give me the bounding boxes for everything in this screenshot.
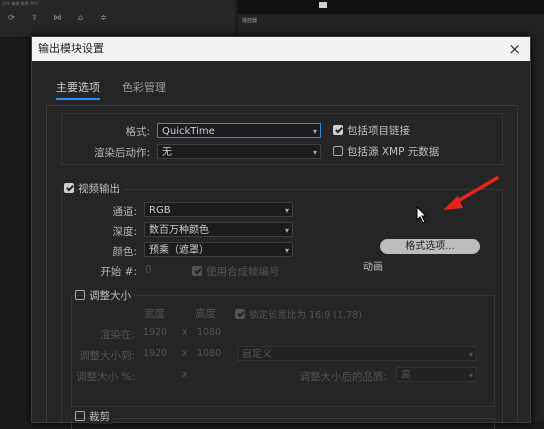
use-comp-frame-checkbox[interactable] (192, 266, 202, 276)
resize-quality-value: 高 (401, 370, 411, 381)
resize-checkbox[interactable] (75, 290, 85, 300)
crop-label: 裁剪 (89, 409, 113, 424)
start-label: 开始 #: (100, 266, 137, 278)
title-icon[interactable]: ⌂ (69, 13, 92, 22)
export-icon[interactable]: ⇪ (23, 13, 46, 22)
tab-main-options[interactable]: 主要选项 (56, 79, 100, 100)
include-xmp-label: 包括源 XMP 元数据 (347, 146, 440, 158)
window-glyph (319, 2, 327, 8)
output-module-dialog: 输出模块设置 × 主要选项 色彩管理 格式: QuickTime ▾ 包括项目链… (31, 36, 531, 429)
chevron-down-icon: ▾ (468, 371, 473, 380)
resize-preset-select[interactable]: 自定义 ▾ (237, 346, 477, 361)
app-toolbar: 文件 编辑 剪辑 序列 ⟳ ⇪ ⋈ ⌂ ≑ (0, 0, 235, 38)
dialog-header: 输出模块设置 × (32, 37, 530, 61)
color-label: 颜色: (112, 246, 137, 258)
include-project-link-label: 包括项目链接 (347, 125, 410, 137)
channel-select[interactable]: RGB ▾ (144, 202, 293, 217)
transition-icon[interactable]: ⋈ (46, 13, 69, 22)
depth-value: 数百万种颜色 (149, 225, 209, 236)
include-xmp-checkbox[interactable] (333, 146, 343, 156)
render-at-width: 1920 (143, 327, 168, 338)
channel-value: RGB (149, 205, 171, 216)
chevron-down-icon: ▾ (312, 127, 317, 136)
channel-label: 通道: (112, 206, 137, 218)
resize-to-label: 调整大小到: (78, 350, 135, 362)
post-render-label: 渲染后动作: (93, 147, 150, 159)
resize-percent-x: x (182, 369, 188, 380)
chevron-down-icon: ▾ (284, 226, 289, 235)
resize-to-width[interactable]: 1920 (143, 348, 167, 359)
color-value: 预乘（遮罩） (149, 245, 209, 256)
render-at-label: 渲染在: (99, 329, 135, 341)
close-icon[interactable]: × (508, 37, 521, 61)
settings-icon[interactable]: ≑ (92, 13, 115, 22)
chevron-down-icon: ▾ (468, 350, 473, 359)
tab-color-management[interactable]: 色彩管理 (122, 79, 166, 100)
lock-ratio-checkbox[interactable] (235, 309, 245, 319)
resize-percent-label: 调整大小 %: (76, 371, 135, 383)
lock-ratio-label: 锁定长宽比为 16:9 (1.78) (249, 310, 362, 321)
right-panel-tab[interactable]: 播放器 (242, 17, 257, 24)
depth-label: 深度: (112, 226, 137, 238)
color-select[interactable]: 预乘（遮罩） ▾ (144, 242, 293, 257)
format-options-button[interactable]: 格式选项... (380, 239, 480, 254)
dialog-title: 输出模块设置 (38, 42, 104, 55)
resize-to-height[interactable]: 1080 (197, 348, 221, 359)
format-select[interactable]: QuickTime ▾ (157, 123, 321, 138)
resize-label: 调整大小 (89, 288, 134, 303)
app-title: 文件 编辑 剪辑 序列 (2, 1, 38, 6)
width-column-header: 宽度 (144, 308, 165, 320)
tab-bar: 主要选项 色彩管理 (56, 79, 166, 100)
format-value: QuickTime (162, 126, 215, 137)
video-output-label: 视频输出 (78, 181, 123, 196)
resize-quality-label: 调整大小后的品质: (299, 371, 387, 383)
render-at-height: 1080 (197, 327, 222, 338)
resize-preset-value: 自定义 (242, 349, 272, 360)
refresh-icon[interactable]: ⟳ (0, 13, 23, 22)
resize-quality-select[interactable]: 高 ▾ (396, 367, 477, 382)
codec-text: 动画 (363, 262, 383, 273)
top-bar (238, 0, 544, 14)
mouse-cursor-icon (416, 206, 428, 224)
use-comp-frame-label: 使用合成帧编号 (206, 266, 280, 278)
post-render-select[interactable]: 无 ▾ (157, 144, 321, 159)
chevron-down-icon: ▾ (312, 148, 317, 157)
main-options-panel: 格式: QuickTime ▾ 包括项目链接 渲染后动作: 无 ▾ 包括源 XM… (46, 105, 518, 429)
chevron-down-icon: ▾ (284, 246, 289, 255)
start-value: 0 (145, 264, 152, 276)
depth-select[interactable]: 数百万种颜色 ▾ (144, 222, 293, 237)
crop-checkbox[interactable] (75, 411, 85, 421)
chevron-down-icon: ▾ (284, 206, 289, 215)
post-render-value: 无 (162, 147, 172, 158)
format-label: 格式: (125, 126, 150, 138)
crop-group (71, 418, 495, 429)
include-project-link-checkbox[interactable] (333, 125, 343, 135)
height-column-header: 高度 (195, 308, 216, 320)
video-output-checkbox[interactable] (64, 183, 74, 193)
